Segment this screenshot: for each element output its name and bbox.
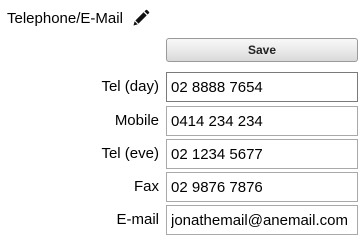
email-label: E-mail — [116, 211, 159, 228]
email-field[interactable] — [166, 205, 358, 235]
mobile-label: Mobile — [114, 112, 159, 129]
fax-field[interactable] — [166, 172, 358, 202]
field-row-tel-day: Tel (day) — [0, 72, 364, 102]
pencil-icon-graphic — [133, 9, 150, 26]
mobile-field[interactable] — [166, 106, 358, 136]
section-title: Telephone/E-Mail — [7, 9, 123, 27]
tel-day-field[interactable] — [166, 72, 358, 102]
field-row-tel-eve: Tel (eve) — [0, 139, 364, 169]
tel-eve-field[interactable] — [166, 139, 358, 169]
pencil-icon[interactable] — [132, 9, 150, 27]
field-row-mobile: Mobile — [0, 106, 364, 136]
tel-eve-label: Tel (eve) — [101, 145, 159, 162]
section-header: Telephone/E-Mail — [7, 7, 150, 29]
field-row-email: E-mail — [0, 205, 364, 235]
field-row-fax: Fax — [0, 172, 364, 202]
tel-day-label: Tel (day) — [101, 78, 159, 95]
save-button[interactable]: Save — [166, 38, 358, 62]
fax-label: Fax — [133, 178, 159, 195]
